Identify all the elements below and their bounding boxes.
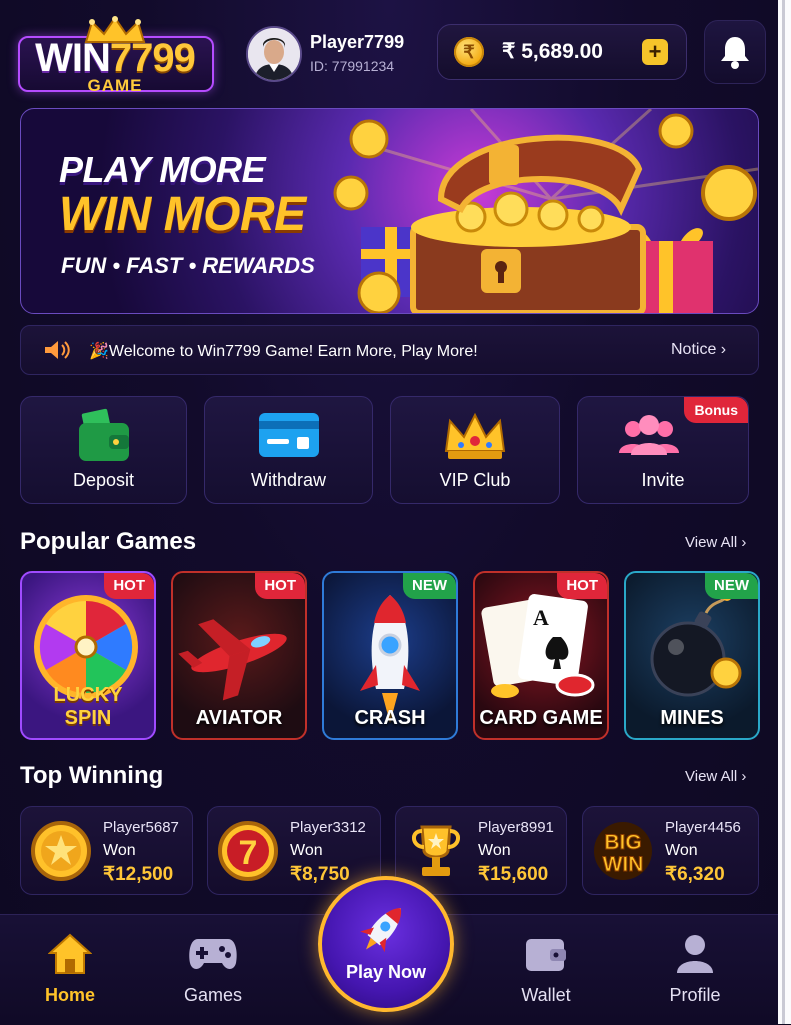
banner-headline-2: WIN MORE xyxy=(59,188,306,241)
player-name: Player7799 xyxy=(310,32,405,52)
game-card-card-game[interactable]: A CARD GAME HOT xyxy=(473,571,609,740)
won-label: Won xyxy=(103,842,136,859)
new-badge: NEW xyxy=(403,573,456,599)
add-funds-button[interactable]: + xyxy=(642,39,668,65)
winner-card[interactable]: Player5687 Won ₹12,500 xyxy=(20,806,193,895)
game-card-aviator[interactable]: AVIATOR HOT xyxy=(171,571,307,740)
wallet-balance[interactable]: ₹ ₹ 5,689.00 + xyxy=(437,24,687,80)
withdraw-button[interactable]: Withdraw xyxy=(204,396,373,504)
game-card-crash[interactable]: CRASH NEW xyxy=(322,571,458,740)
wallet-icon xyxy=(78,408,129,461)
bell-icon xyxy=(721,37,749,69)
user-icon xyxy=(677,935,713,973)
nav-home-label: Home xyxy=(44,985,95,1005)
play-now-label: Play Now xyxy=(345,962,427,982)
play-now-button[interactable]: Play Now xyxy=(318,876,454,1012)
won-label: Won xyxy=(665,842,698,859)
winner-name: Player5687 xyxy=(103,819,179,836)
star-coin-icon xyxy=(31,821,91,881)
player-id: ID: 77991234 xyxy=(310,58,395,74)
winner-name: Player4456 xyxy=(665,819,741,836)
window-edge xyxy=(778,0,791,1024)
app-screen: WIN7799 GAME Player7799 ID: 77991234 ₹ ₹… xyxy=(0,0,778,1025)
invite-label: Invite xyxy=(641,470,685,490)
deposit-button[interactable]: Deposit xyxy=(20,396,187,504)
winner-card[interactable]: Player8991 Won ₹15,600 xyxy=(395,806,567,895)
winner-name: Player8991 xyxy=(478,819,554,836)
game-name: LUCKY SPIN xyxy=(53,684,123,729)
nav-wallet-label: Wallet xyxy=(521,985,571,1005)
coin-icon: ₹ xyxy=(454,37,484,67)
winner-name: Player3312 xyxy=(290,819,366,836)
hot-badge: HOT xyxy=(557,573,607,599)
winner-card[interactable]: BIG WIN Player4456 Won ₹6,320 xyxy=(582,806,759,895)
promo-banner[interactable]: PLAY MORE WIN MORE FUN • FAST • REWARDS xyxy=(20,108,759,314)
users-icon xyxy=(619,415,680,455)
notice-bar[interactable]: 🎉Welcome to Win7799 Game! Earn More, Pla… xyxy=(20,325,759,375)
vip-club-label: VIP Club xyxy=(439,470,511,490)
won-amount: ₹15,600 xyxy=(478,864,549,885)
speaker-icon xyxy=(45,341,70,359)
game-name: MINES xyxy=(660,707,724,729)
notice-text: 🎉Welcome to Win7799 Game! Earn More, Pla… xyxy=(89,343,478,360)
invite-button[interactable]: Bonus Invite xyxy=(577,396,749,504)
card-icon xyxy=(258,413,319,457)
avatar[interactable] xyxy=(246,26,302,82)
won-label: Won xyxy=(290,842,323,859)
game-name: CRASH xyxy=(354,707,426,729)
svg-text:7: 7 xyxy=(239,834,258,872)
nav-profile[interactable]: Profile xyxy=(640,915,750,1025)
new-badge: NEW xyxy=(705,573,758,599)
top-winning-view-all-link[interactable]: View All › xyxy=(685,768,746,785)
svg-text:BIG: BIG xyxy=(604,831,641,854)
svg-text:A: A xyxy=(533,605,549,630)
top-winning-title: Top Winning xyxy=(20,762,164,789)
won-amount: ₹6,320 xyxy=(665,864,725,885)
winner-card[interactable]: 7 Player3312 Won ₹8,750 xyxy=(207,806,381,895)
nav-games-label: Games xyxy=(183,985,243,1005)
game-card-lucky-spin[interactable]: LUCKY SPIN HOT xyxy=(20,571,156,740)
svg-text:WIN: WIN xyxy=(603,853,644,876)
banner-tagline: FUN • FAST • REWARDS xyxy=(61,253,315,278)
banner-headline-1: PLAY MORE xyxy=(59,149,266,190)
slot-seven-icon: 7 xyxy=(218,821,278,881)
trophy-icon xyxy=(412,825,460,876)
notifications-button[interactable] xyxy=(704,20,766,84)
balance-value: ₹ 5,689.00 xyxy=(502,40,603,63)
crown-icon xyxy=(444,412,506,459)
bonus-badge: Bonus xyxy=(684,397,748,423)
withdraw-label: Withdraw xyxy=(250,470,326,490)
notice-button[interactable]: Notice › xyxy=(671,341,726,359)
big-win-icon: BIG WIN xyxy=(594,822,652,880)
hot-badge: HOT xyxy=(104,573,154,599)
vip-club-button[interactable]: VIP Club xyxy=(390,396,560,504)
won-amount: ₹8,750 xyxy=(290,864,350,885)
game-name: CARD GAME xyxy=(479,707,603,729)
nav-games[interactable]: Games xyxy=(158,915,268,1025)
logo-text: WIN7799 xyxy=(35,36,196,80)
popular-view-all-link[interactable]: View All › xyxy=(685,534,746,551)
wallet-icon xyxy=(526,939,566,971)
logo-subtitle: GAME xyxy=(87,76,143,95)
nav-home[interactable]: Home xyxy=(15,915,125,1025)
nav-profile-label: Profile xyxy=(669,985,721,1005)
game-name: AVIATOR xyxy=(195,707,283,729)
brand-logo[interactable]: WIN7799 GAME xyxy=(18,16,214,95)
won-label: Won xyxy=(478,842,511,859)
nav-wallet[interactable]: Wallet xyxy=(491,915,601,1025)
avatar-portrait-icon xyxy=(248,28,300,80)
deposit-label: Deposit xyxy=(72,470,135,490)
game-card-mines[interactable]: MINES NEW xyxy=(624,571,760,740)
gamepad-icon xyxy=(189,939,237,969)
popular-games-title: Popular Games xyxy=(20,528,197,555)
home-icon xyxy=(48,933,92,974)
won-amount: ₹12,500 xyxy=(103,864,174,885)
hot-badge: HOT xyxy=(255,573,305,599)
treasure-chest-icon xyxy=(333,109,758,313)
rocket-icon xyxy=(360,908,402,953)
